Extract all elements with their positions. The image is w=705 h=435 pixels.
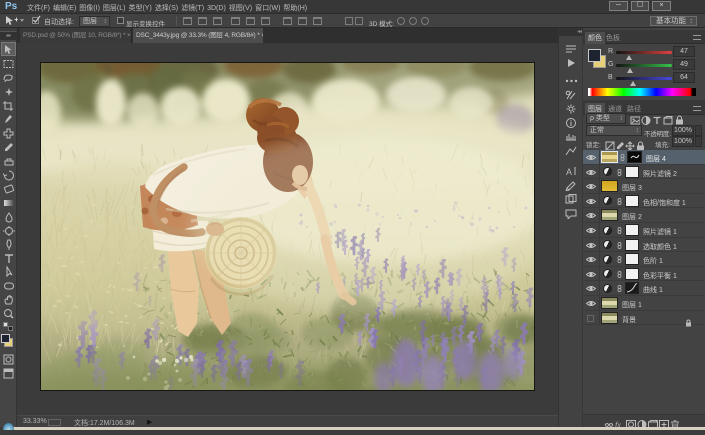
svg-text:A: A [566,167,572,177]
